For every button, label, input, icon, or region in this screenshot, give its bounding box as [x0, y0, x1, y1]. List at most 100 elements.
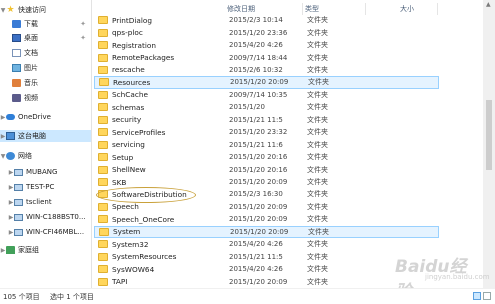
nav-computer-tsclient[interactable]: ▶ tsclient — [0, 196, 91, 208]
file-name: PrintDialog — [112, 15, 153, 25]
table-row[interactable]: PrintDialog 2015/2/3 10:14 文件夹 — [94, 14, 439, 26]
table-row[interactable]: qps-ploc 2015/1/20 23:36 文件夹 — [94, 26, 439, 38]
folder-icon — [98, 90, 108, 99]
file-type: 文件夹 — [307, 178, 328, 187]
computer-icon — [6, 132, 15, 140]
nav-item-documents[interactable]: 文档 — [0, 47, 91, 59]
file-date: 2015/1/21 11:5 — [229, 115, 283, 124]
computer-icon — [14, 213, 23, 221]
table-row[interactable]: SystemResources 2015/1/21 11:5 文件夹 — [94, 251, 439, 263]
scroll-thumb[interactable] — [486, 100, 492, 170]
file-date: 2015/1/20 23:32 — [229, 128, 288, 137]
table-row[interactable]: ServiceProfiles 2015/1/20 23:32 文件夹 — [94, 126, 439, 138]
video-icon — [12, 94, 21, 102]
annotation-circle — [96, 187, 196, 203]
file-type: 文件夹 — [307, 103, 328, 112]
table-row[interactable]: SysWOW64 2015/4/20 4:26 文件夹 — [94, 263, 439, 275]
file-name: servicing — [112, 140, 145, 150]
picture-icon — [12, 64, 21, 72]
table-row[interactable]: Speech_OneCore 2015/1/20 20:09 文件夹 — [94, 213, 439, 225]
navigation-pane: ▼ ★ 快速访问 下载 ✦ 桌面 ✦ 文档 图片 音乐 视频 ▶ OneDriv… — [0, 0, 92, 288]
file-name: RemotePackages — [112, 53, 175, 63]
file-name: ShellNew — [112, 165, 146, 175]
nav-this-pc-label: 这台电脑 — [18, 132, 46, 140]
file-date: 2015/1/21 11:5 — [229, 252, 283, 261]
file-date: 2015/1/20 20:09 — [230, 78, 289, 87]
nav-computer-win-c188[interactable]: ▶ WIN-C188BST0... — [0, 211, 91, 223]
nav-item-label: 视频 — [24, 94, 38, 102]
table-row[interactable]: schemas 2015/1/20 文件夹 — [94, 101, 439, 113]
folder-icon — [98, 215, 108, 224]
file-type: 文件夹 — [308, 78, 329, 87]
file-date: 2015/1/20 20:16 — [229, 165, 288, 174]
folder-icon — [98, 140, 108, 149]
table-row[interactable]: RemotePackages 2009/7/14 18:44 文件夹 — [94, 51, 439, 63]
folder-icon — [98, 41, 108, 50]
table-row[interactable]: System32 2015/4/20 4:26 文件夹 — [94, 238, 439, 250]
nav-computer-label: tsclient — [26, 198, 52, 206]
document-icon — [12, 49, 21, 57]
nav-quick-access[interactable]: ▼ ★ 快速访问 — [0, 4, 91, 16]
folder-icon — [98, 16, 108, 25]
file-date: 2015/2/3 16:30 — [229, 190, 283, 199]
nav-computer-win-cfi46[interactable]: ▶ WIN-CFI46MBL... — [0, 226, 91, 238]
folder-icon — [98, 252, 108, 261]
nav-item-videos[interactable]: 视频 — [0, 92, 91, 104]
file-name: Registration — [112, 40, 157, 50]
nav-item-label: 桌面 — [24, 34, 38, 42]
file-date: 2015/1/20 20:09 — [229, 202, 288, 211]
file-type: 文件夹 — [307, 128, 328, 137]
item-count: 105 个项目 — [3, 293, 40, 301]
pin-icon[interactable]: ✦ — [80, 34, 86, 42]
table-row[interactable]: Setup 2015/1/20 20:16 文件夹 — [94, 151, 439, 163]
file-date: 2015/2/3 10:14 — [229, 16, 283, 25]
table-row[interactable]: TAPI 2015/1/20 20:09 文件夹 — [94, 275, 439, 287]
table-row[interactable]: servicing 2015/1/21 11:6 文件夹 — [94, 139, 439, 151]
folder-icon — [98, 103, 108, 112]
file-type: 文件夹 — [307, 277, 328, 286]
nav-item-desktop[interactable]: 桌面 ✦ — [0, 32, 91, 44]
table-row[interactable]: SchCache 2009/7/14 10:35 文件夹 — [94, 89, 439, 101]
file-name: SKB — [112, 177, 127, 187]
file-type: 文件夹 — [307, 41, 328, 50]
file-date: 2015/1/20 23:36 — [229, 28, 288, 37]
download-icon — [12, 20, 21, 28]
pin-icon[interactable]: ✦ — [80, 20, 86, 28]
selection-count: 选中 1 个项目 — [50, 293, 94, 301]
status-bar: 105 个项目 选中 1 个项目 — [0, 288, 495, 304]
file-type: 文件夹 — [307, 90, 328, 99]
nav-computer-label: WIN-C188BST0... — [26, 213, 86, 221]
file-name: SystemResources — [112, 252, 177, 262]
nav-onedrive[interactable]: ▶ OneDrive — [0, 111, 91, 123]
file-date: 2009/7/14 18:44 — [229, 53, 288, 62]
file-type: 文件夹 — [307, 53, 328, 62]
nav-item-pictures[interactable]: 图片 — [0, 62, 91, 74]
file-name: Speech — [112, 202, 139, 212]
scroll-up-arrow-icon[interactable]: ▲ — [486, 1, 491, 8]
table-row[interactable]: System 2015/1/20 20:09 文件夹 — [94, 225, 439, 239]
table-row[interactable]: Registration 2015/4/20 4:26 文件夹 — [94, 39, 439, 51]
nav-computer-test-pc[interactable]: ▶ TEST-PC — [0, 181, 91, 193]
nav-this-pc[interactable]: ▶ 这台电脑 — [0, 130, 91, 142]
table-row[interactable]: rescache 2015/2/6 10:32 文件夹 — [94, 64, 439, 76]
file-date: 2015/1/21 11:6 — [229, 140, 283, 149]
folder-icon — [98, 240, 108, 249]
details-view-icon[interactable] — [473, 292, 481, 300]
file-name: Resources — [113, 77, 151, 87]
large-icons-view-icon[interactable] — [483, 292, 491, 300]
nav-network[interactable]: ▼ 网络 — [0, 150, 91, 162]
file-name: schemas — [112, 102, 145, 112]
file-type: 文件夹 — [307, 16, 328, 25]
nav-item-downloads[interactable]: 下载 ✦ — [0, 18, 91, 30]
table-row[interactable]: security 2015/1/21 11:5 文件夹 — [94, 114, 439, 126]
file-type: 文件夹 — [307, 28, 328, 37]
nav-computer-mubang[interactable]: ▶ MUBANG — [0, 166, 91, 178]
file-name: TAPI — [112, 277, 128, 287]
nav-item-music[interactable]: 音乐 — [0, 77, 91, 89]
nav-homegroup[interactable]: ▶ 家庭组 — [0, 244, 91, 256]
file-type: 文件夹 — [307, 252, 328, 261]
file-name: Setup — [112, 152, 134, 162]
table-row[interactable]: ShellNew 2015/1/20 20:16 文件夹 — [94, 163, 439, 175]
vertical-scrollbar[interactable]: ▲ — [483, 0, 495, 288]
table-row[interactable]: Resources 2015/1/20 20:09 文件夹 — [94, 76, 439, 89]
